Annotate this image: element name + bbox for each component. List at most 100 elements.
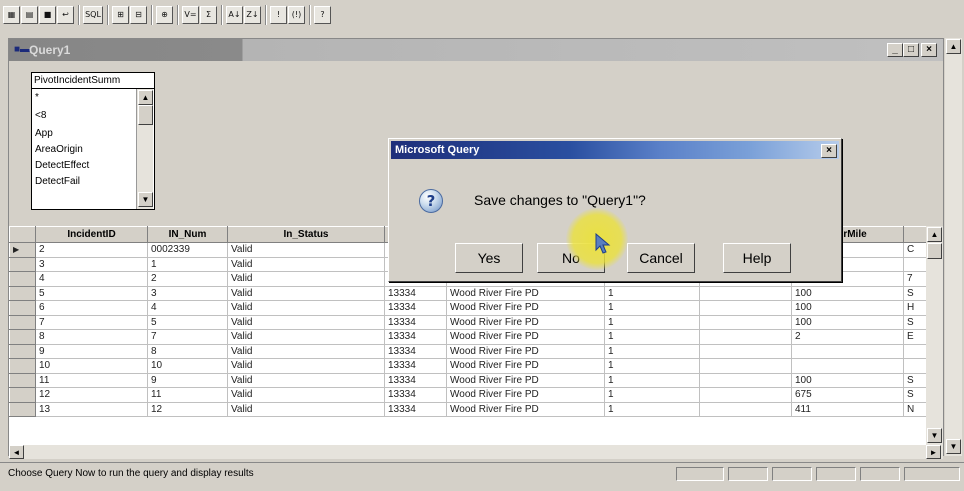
table-cell[interactable]: 100 [791,300,904,316]
row-selector[interactable] [9,300,36,316]
dialog-close-button[interactable]: × [821,144,837,158]
workspace-vertical-scrollbar[interactable]: ▲ ▼ [945,38,962,456]
sort-descending-icon[interactable]: Z↓ [244,6,261,24]
table-cell[interactable]: 100 [791,285,904,301]
help-icon[interactable]: ? [314,6,331,24]
table-row[interactable]: 7 5 Valid 13334 Wood River Fire PD 1 100 S [9,314,934,330]
sql-icon[interactable]: SQL [83,6,103,24]
return-data-icon[interactable]: ↩ [57,6,74,24]
scroll-left-icon[interactable]: ◄ [9,445,24,459]
row-selector[interactable] [9,271,36,287]
table-cell[interactable] [699,300,792,316]
scroll-right-icon[interactable]: ► [926,445,941,459]
table-cell[interactable]: 5 [147,314,228,330]
table-cell[interactable]: Wood River Fire PD [446,314,605,330]
column-header[interactable]: In_Status [227,226,385,243]
save-icon[interactable]: ■ [39,6,56,24]
dialog-titlebar[interactable]: Microsoft Query × [391,141,839,159]
table-cell[interactable]: Wood River Fire PD [446,329,605,345]
table-cell[interactable]: Wood River Fire PD [446,343,605,359]
table-cell[interactable] [791,358,904,374]
table-field-list[interactable]: PivotIncidentSumm * <8 App AreaOrigin De… [31,72,155,210]
table-cell[interactable]: Valid [227,343,385,359]
scroll-down-icon[interactable]: ▼ [946,439,961,454]
table-row[interactable]: 12 11 Valid 13334 Wood River Fire PD 1 675 S [9,387,934,403]
table-cell[interactable]: 12 [147,401,228,417]
table-cell[interactable]: 13334 [384,343,447,359]
table-cell[interactable]: 1 [604,372,700,388]
table-cell[interactable]: 1 [604,387,700,403]
minimize-button[interactable]: _ [887,43,903,57]
table-cell[interactable]: 5 [35,285,148,301]
show-criteria-icon[interactable]: ⊟ [130,6,147,24]
table-cell[interactable]: 10 [147,358,228,374]
table-cell[interactable]: Valid [227,387,385,403]
table-cell[interactable]: 675 [791,387,904,403]
auto-query-icon[interactable]: (!) [288,6,305,24]
table-cell[interactable]: 13334 [384,329,447,345]
table-cell[interactable] [699,401,792,417]
table-cell[interactable]: 100 [791,314,904,330]
table-row[interactable]: 5 3 Valid 13334 Wood River Fire PD 1 100 S [9,285,934,301]
table-cell[interactable]: Wood River Fire PD [446,285,605,301]
table-cell[interactable] [699,358,792,374]
scroll-thumb[interactable] [927,243,942,259]
cancel-button[interactable]: Cancel [627,243,695,273]
table-cell[interactable]: 9 [35,343,148,359]
table-cell[interactable]: 13334 [384,401,447,417]
table-cell[interactable] [699,314,792,330]
table-cell[interactable]: 7 [35,314,148,330]
field-item[interactable]: DetectEffect [35,160,89,171]
scroll-up-icon[interactable]: ▲ [946,39,961,54]
table-cell[interactable]: 1 [604,358,700,374]
table-cell[interactable]: Valid [227,256,385,272]
table-cell[interactable]: 1 [147,256,228,272]
table-cell[interactable]: 9 [147,372,228,388]
table-cell[interactable]: Wood River Fire PD [446,372,605,388]
add-tables-icon[interactable]: ⊕ [156,6,173,24]
table-cell[interactable]: Valid [227,314,385,330]
help-button[interactable]: Help [723,243,791,273]
scroll-down-icon[interactable]: ▼ [138,192,153,207]
table-cell[interactable]: 1 [604,329,700,345]
table-row[interactable]: 10 10 Valid 13334 Wood River Fire PD 1 [9,358,934,374]
row-selector[interactable] [9,256,36,272]
new-query-icon[interactable]: ▦ [3,6,20,24]
table-name[interactable]: PivotIncidentSumm [32,73,154,89]
field-item[interactable]: AreaOrigin [35,144,83,155]
table-cell[interactable]: Valid [227,401,385,417]
table-cell[interactable] [699,285,792,301]
table-cell[interactable]: 1 [604,300,700,316]
grid-vertical-scrollbar[interactable]: ▲ ▼ [926,226,943,446]
table-cell[interactable]: 1 [604,285,700,301]
table-cell[interactable]: 13334 [384,358,447,374]
row-selector[interactable] [9,358,36,374]
table-cell[interactable]: 8 [35,329,148,345]
row-selector-header[interactable] [9,226,36,243]
table-cell[interactable]: 6 [35,300,148,316]
table-cell[interactable] [699,372,792,388]
query-now-icon[interactable]: ! [270,6,287,24]
grid-horizontal-scrollbar[interactable]: ◄ ► [9,445,943,459]
row-selector[interactable] [9,387,36,403]
row-selector[interactable] [9,372,36,388]
close-button[interactable]: × [921,43,937,57]
table-cell[interactable]: 11 [147,387,228,403]
table-cell[interactable]: 411 [791,401,904,417]
table-cell[interactable]: Valid [227,285,385,301]
criteria-equals-icon[interactable]: V= [182,6,199,24]
table-cell[interactable]: 7 [147,329,228,345]
row-selector[interactable]: ▶ [9,242,36,258]
query-window-titlebar[interactable]: ■▬ Query1 _ □ × [9,39,943,61]
scroll-up-icon[interactable]: ▲ [927,227,942,242]
table-cell[interactable]: 13334 [384,300,447,316]
table-cell[interactable]: 2 [35,242,148,258]
table-cell[interactable]: 1 [604,401,700,417]
table-cell[interactable]: 11 [35,372,148,388]
field-item[interactable]: * [35,92,39,103]
table-row[interactable]: 11 9 Valid 13334 Wood River Fire PD 1 100 S [9,372,934,388]
table-cell[interactable]: 4 [147,300,228,316]
table-cell[interactable]: Wood River Fire PD [446,401,605,417]
table-cell[interactable]: 10 [35,358,148,374]
table-cell[interactable]: 13334 [384,314,447,330]
